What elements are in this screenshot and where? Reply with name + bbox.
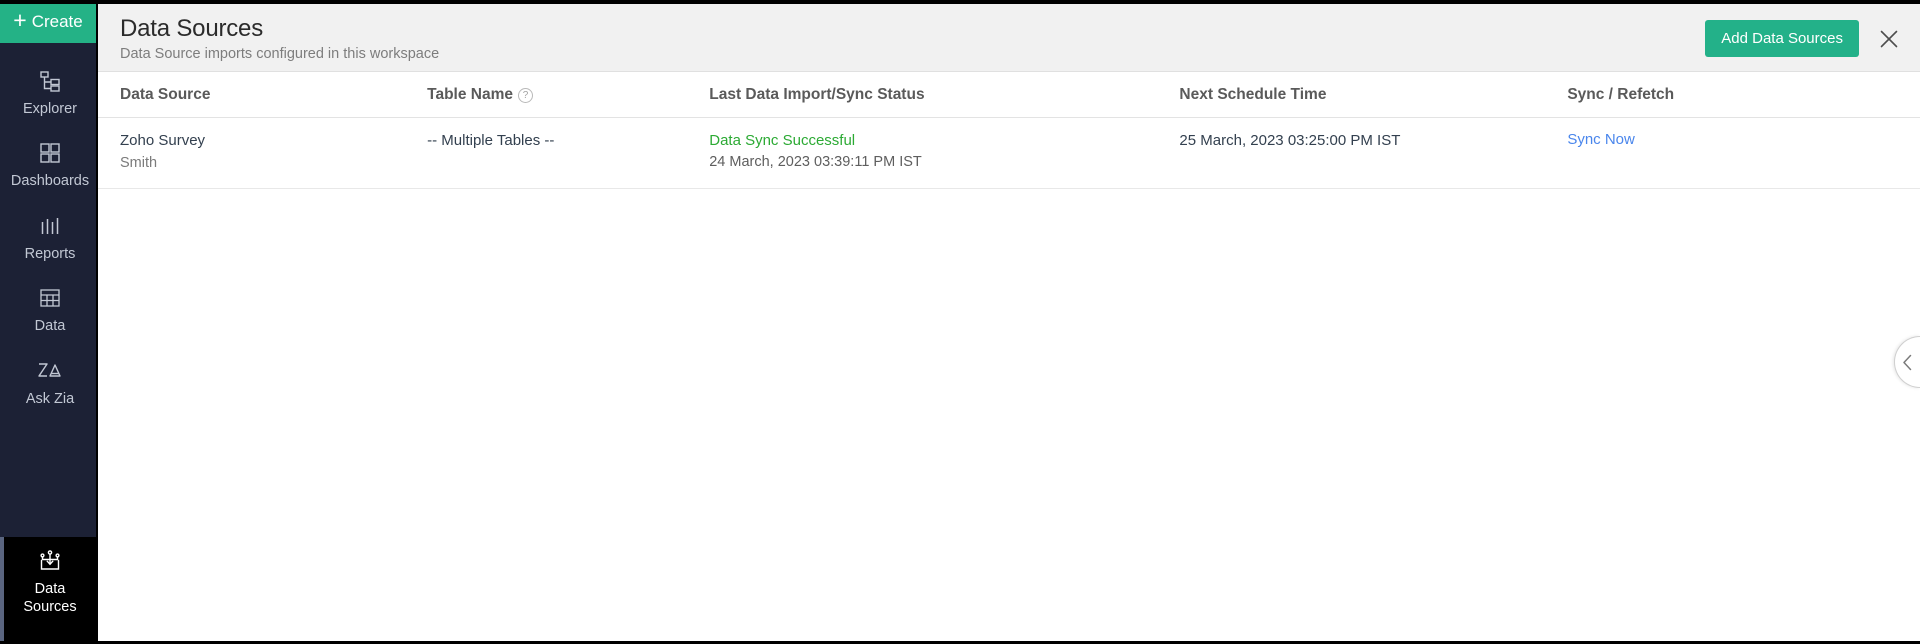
help-icon[interactable]: ? [517, 88, 533, 103]
table-header: Data Source Table Name? Last Data Import… [98, 72, 1920, 118]
sidebar-item-label: Ask Zia [25, 390, 75, 407]
data-source-account: Smith [120, 155, 158, 172]
reports-icon [37, 213, 63, 239]
add-data-sources-button[interactable]: Add Data Sources [1705, 20, 1859, 57]
sidebar-item-label-line1: Data [34, 581, 66, 598]
table-header-row: Data Source Table Name? Last Data Import… [98, 72, 1920, 118]
dashboards-icon [37, 140, 63, 166]
cell-next-schedule: 25 March, 2023 03:25:00 PM IST [1179, 117, 1568, 189]
create-button[interactable]: + Create [0, 0, 96, 43]
explorer-icon [37, 68, 63, 94]
column-header-sync-refetch: Sync / Refetch [1567, 72, 1920, 118]
column-header-table-name-label: Table Name [427, 86, 513, 103]
column-header-next-schedule: Next Schedule Time [1179, 72, 1568, 118]
column-header-sync-status: Last Data Import/Sync Status [709, 72, 1180, 118]
primary-sidebar: + Create Explorer Dashboards Reports Dat… [0, 0, 96, 641]
cell-data-source: Zoho Survey Smith [98, 117, 428, 189]
column-header-table-name: Table Name? [427, 72, 710, 118]
table-name-value: -- Multiple Tables -- [427, 132, 555, 149]
create-button-label: Create [31, 11, 83, 31]
sidebar-item-label: Data [34, 318, 66, 335]
chevron-left-icon [1903, 354, 1912, 370]
plus-icon: + [13, 7, 27, 33]
sidebar-item-explorer[interactable]: Explorer [0, 57, 96, 129]
sidebar-item-label-line2: Sources [23, 598, 77, 615]
table-row[interactable]: Zoho Survey Smith -- Multiple Tables -- … [98, 117, 1920, 189]
data-source-name: Zoho Survey [120, 132, 206, 149]
sidebar-item-label: Data Sources [21, 581, 78, 616]
status-badge: Data Sync Successful [709, 132, 856, 149]
cell-sync-status: Data Sync Successful 24 March, 2023 03:3… [709, 117, 1180, 189]
ask-zia-icon [37, 358, 63, 384]
header-actions: Add Data Sources [1705, 20, 1902, 57]
status-timestamp: 24 March, 2023 03:39:11 PM IST [709, 154, 922, 171]
sidebar-nav-list: Explorer Dashboards Reports Data Ask Zia… [0, 43, 96, 641]
sidebar-item-data-sources[interactable]: Data Sources [0, 537, 96, 641]
sidebar-item-label: Dashboards [10, 173, 90, 190]
data-sources-page: + Create Explorer Dashboards Reports Dat… [0, 0, 1920, 644]
sidebar-item-dashboards[interactable]: Dashboards [0, 129, 96, 201]
sidebar-item-label: Explorer [23, 101, 77, 117]
main-panel: Data Sources Data Source imports configu… [96, 4, 1920, 641]
cell-table-name: -- Multiple Tables -- [427, 117, 710, 189]
cell-sync-refetch: Sync Now [1567, 117, 1920, 189]
close-icon[interactable] [1876, 26, 1902, 52]
data-sources-icon [37, 548, 63, 574]
top-black-strip [0, 0, 1920, 4]
page-subtitle: Data Source imports configured in this w… [120, 45, 440, 62]
sync-now-link[interactable]: Sync Now [1567, 131, 1635, 148]
sidebar-item-label: Reports [24, 245, 76, 262]
column-header-data-source: Data Source [98, 72, 428, 118]
sidebar-item-ask-zia[interactable]: Ask Zia [0, 347, 96, 419]
sidebar-item-data[interactable]: Data [0, 274, 96, 346]
data-sources-table: Data Source Table Name? Last Data Import… [98, 72, 1920, 189]
next-schedule-value: 25 March, 2023 03:25:00 PM IST [1179, 132, 1401, 149]
page-title: Data Sources [120, 15, 264, 42]
page-header: Data Sources Data Source imports configu… [98, 4, 1920, 72]
sidebar-item-reports[interactable]: Reports [0, 202, 96, 274]
table-body: Zoho Survey Smith -- Multiple Tables -- … [98, 117, 1920, 189]
data-table-icon [37, 285, 63, 311]
